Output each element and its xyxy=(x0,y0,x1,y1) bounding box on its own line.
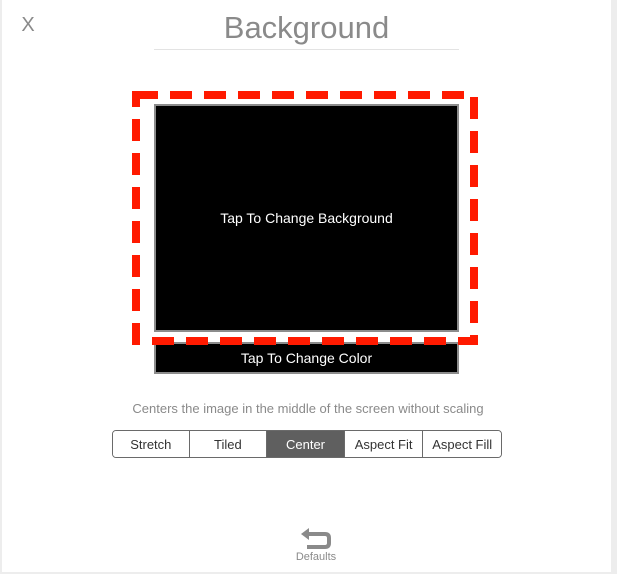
defaults-button[interactable]: Defaults xyxy=(286,528,346,570)
change-color-button[interactable]: Tap To Change Color xyxy=(154,342,459,374)
scaling-mode-control: Stretch Tiled Center Aspect Fit Aspect F… xyxy=(112,430,502,458)
mode-center-button[interactable]: Center xyxy=(267,431,345,457)
close-button[interactable]: X xyxy=(18,12,38,38)
mode-aspect-fill-button[interactable]: Aspect Fill xyxy=(423,431,501,457)
color-bar-label: Tap To Change Color xyxy=(240,350,373,366)
page-title: Background xyxy=(223,10,390,45)
background-settings-panel: X Background Tap To Change Background Ta… xyxy=(2,0,611,572)
mode-description: Centers the image in the middle of the s… xyxy=(132,401,484,416)
preview-label: Tap To Change Background xyxy=(220,210,393,226)
background-preview-button[interactable]: Tap To Change Background xyxy=(154,104,459,332)
defaults-label: Defaults xyxy=(295,551,337,563)
mode-tiled-button[interactable]: Tiled xyxy=(189,431,268,457)
undo-arrow-icon xyxy=(301,528,331,549)
mode-aspect-fit-button[interactable]: Aspect Fit xyxy=(344,431,424,457)
title-divider xyxy=(154,49,459,50)
mode-stretch-button[interactable]: Stretch xyxy=(113,431,190,457)
